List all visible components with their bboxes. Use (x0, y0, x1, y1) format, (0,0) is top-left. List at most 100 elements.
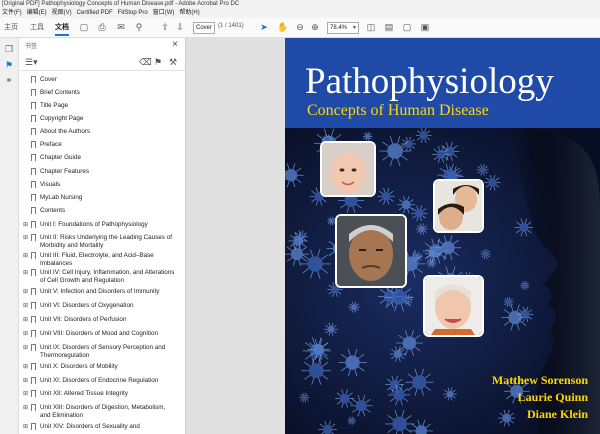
bookmark-icon (31, 181, 36, 188)
menu-file[interactable]: 文件(F) (0, 9, 25, 18)
bookmark-label: Unit XIII: Disorders of Digestion, Metab… (40, 404, 166, 419)
bookmark-icon (31, 102, 36, 109)
old-man-face-image (337, 216, 405, 286)
bookmark-icon (31, 234, 36, 241)
menu-help[interactable]: 帮助(H) (177, 9, 202, 18)
select-arrow-icon[interactable]: ➤ (259, 22, 269, 32)
menu-view[interactable]: 视图(V) (50, 9, 75, 18)
bookmark-icon (31, 128, 36, 135)
expand-icon[interactable]: ⊞ (23, 377, 29, 385)
bookmark-label: Unit III: Fluid, Electrolyte, and Acid–B… (40, 252, 154, 267)
hand-tool-icon[interactable]: ✋ (277, 22, 288, 32)
bookmark-icon (31, 363, 36, 370)
bookmark-icon (31, 221, 36, 228)
expand-icon[interactable]: ⊞ (23, 221, 29, 229)
bookmark-icon (31, 89, 36, 96)
bookmark-icon (31, 141, 36, 148)
menu-edit[interactable]: 编辑(E) (25, 9, 50, 18)
expand-icon[interactable]: ⊞ (23, 423, 29, 431)
close-icon[interactable]: × (172, 39, 178, 50)
bookmark-label: Unit X: Disorders of Mobility (40, 363, 118, 370)
bookmark-icon (31, 252, 36, 259)
bookmark-label: Unit IX: Disorders of Sensory Perception… (40, 344, 166, 359)
bookmark-icon (31, 377, 36, 384)
bookmark-label: Title Page (40, 102, 69, 109)
chevron-down-icon: ▼ (352, 25, 357, 31)
page-count: (1 / 1401) (218, 23, 244, 29)
attachment-icon[interactable]: ⚭ (4, 75, 14, 85)
photo-old-man (335, 214, 407, 288)
zoom-in-icon[interactable]: ⊕ (310, 22, 320, 32)
email-icon[interactable]: ✉ (116, 22, 126, 32)
bookmark-label: Contents (40, 207, 66, 214)
bookmark-label: Unit XII: Altered Tissue Integrity (40, 390, 128, 397)
bookmark-icon (31, 423, 36, 430)
bookmark-icon (31, 302, 36, 309)
save-icon[interactable]: ▢ (79, 22, 89, 32)
menu-window[interactable]: 窗口(W) (151, 9, 178, 18)
search-icon[interactable]: ⚲ (134, 22, 144, 32)
women-faces-image (435, 181, 482, 231)
bookmark-label: Unit V: Infection and Disorders of Immun… (40, 288, 160, 295)
bookmark-icon (31, 344, 36, 351)
bookmark-label: MyLab Nursing (40, 194, 83, 201)
bookmark-icon (31, 207, 36, 214)
page-number-input[interactable]: Cover (193, 22, 215, 34)
expand-icon[interactable]: ⊞ (23, 288, 29, 296)
tab-document[interactable]: 文档 (55, 22, 69, 36)
tab-home[interactable]: 主页 (4, 22, 18, 32)
next-page-icon[interactable]: ⇩ (175, 22, 185, 32)
expand-bookmark-icon[interactable]: ⚒ (169, 57, 177, 67)
bookmarks-panel: 书签 × ☰▾ ⌫ ⚑ ⚒ Cover Brief Contents Title P… (19, 38, 200, 434)
bookmark-label: Unit XI: Disorders of Endocrine Regulati… (40, 377, 159, 384)
export-icon[interactable]: ▤ (384, 22, 394, 32)
expand-icon[interactable]: ⊞ (23, 344, 29, 352)
expand-icon[interactable]: ⊞ (23, 269, 29, 277)
comment-icon[interactable]: ▢ (402, 22, 412, 32)
expand-icon[interactable]: ⊞ (23, 390, 29, 398)
expand-icon[interactable]: ⊞ (23, 404, 29, 412)
photo-older-woman (423, 275, 484, 337)
panel-toolbar: ☰▾ ⌫ ⚑ ⚒ (19, 56, 185, 71)
menu-certified-pdf[interactable]: Certified PDF (75, 9, 116, 18)
expand-icon[interactable]: ⊞ (23, 363, 29, 371)
options-menu-icon[interactable]: ☰▾ (25, 57, 38, 67)
bookmark-icon (31, 154, 36, 161)
main-toolbar: 主页 工具 文档 ▢ ⎙ ✉ ⚲ ⇧ ⇩ Cover (1 / 1401) ➤ … (0, 18, 600, 38)
fullscreen-icon[interactable]: ▣ (420, 22, 430, 32)
expand-icon[interactable]: ⊞ (23, 234, 29, 242)
expand-icon[interactable]: ⊞ (23, 252, 29, 260)
bookmark-label: About the Authors (40, 128, 91, 135)
expand-icon[interactable]: ⊞ (23, 302, 29, 310)
author-3: Diane Klein (526, 407, 588, 421)
zoom-out-icon[interactable]: ⊖ (295, 22, 305, 32)
prev-page-icon[interactable]: ⇧ (160, 22, 170, 32)
bookmark-label: Copyright Page (40, 115, 84, 122)
expand-icon[interactable]: ⊞ (23, 330, 29, 338)
window-title: [Original PDF] Pathophysiology Concepts … (2, 1, 240, 7)
bookmark-label: Brief Contents (40, 89, 80, 96)
menu-bar: 文件(F) 编辑(E) 视图(V) Certified PDF FitStop Pro 窗… (0, 9, 600, 18)
bookmark-label: Unit XIV: Disorders of Sexuality and (40, 423, 140, 430)
pages-icon[interactable]: ❐ (4, 44, 14, 54)
panel-title: 书签 (25, 44, 38, 50)
bookmark-label: Unit VIII: Disorders of Mood and Cogniti… (40, 330, 158, 337)
bookmark-icon (31, 269, 36, 276)
pdf-page-cover: Pathophysiology Concepts of Human Diseas… (285, 38, 600, 434)
delete-icon[interactable]: ⌫ (139, 57, 152, 67)
zoom-select[interactable]: 78.4% ▼ (327, 22, 359, 34)
bookmark-icon (31, 194, 36, 201)
new-bookmark-icon[interactable]: ⚑ (154, 57, 162, 67)
bookmark-icon (31, 316, 36, 323)
bookmark-icon (31, 288, 36, 295)
menu-fitstop-pro[interactable]: FitStop Pro (116, 9, 151, 18)
book-title: Pathophysiology (305, 61, 554, 102)
author-2: Laurie Quinn (517, 390, 588, 404)
navigation-rail: ❐ ⚑ ⚭ (0, 38, 19, 434)
print-icon[interactable]: ⎙ (97, 22, 107, 32)
bookmark-icon[interactable]: ⚑ (4, 60, 14, 70)
expand-icon[interactable]: ⊞ (23, 316, 29, 324)
title-bar: [Original PDF] Pathophysiology Concepts … (0, 0, 600, 9)
tab-tools[interactable]: 工具 (30, 22, 44, 32)
fit-page-icon[interactable]: ◫ (366, 22, 376, 32)
